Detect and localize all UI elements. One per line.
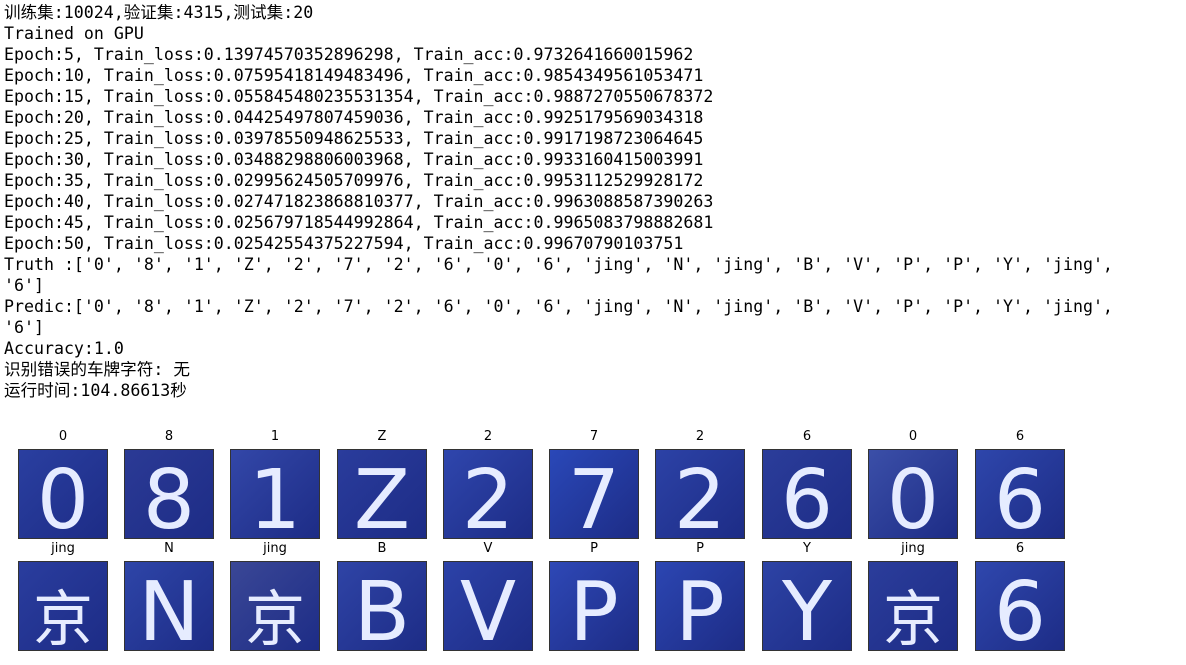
char-image: Y [762, 561, 852, 651]
char-image: 8 [124, 449, 214, 539]
char-label: B [377, 541, 387, 556]
char-label: 2 [695, 429, 705, 444]
char-glyph: N [138, 565, 199, 650]
char-label: Z [377, 429, 387, 444]
char-glyph: 6 [994, 453, 1046, 538]
char-glyph: P [675, 565, 724, 650]
char-image: B [337, 561, 427, 651]
char-label: 0 [908, 429, 918, 444]
char-image: 0 [18, 449, 108, 539]
prediction-figure: 0 0 8 8 1 1 Z Z 2 2 7 7 2 2 6 6 0 0 6 6 jing 京 N Njing 京 B B V V P P P P… [0, 0, 1186, 665]
char-label: P [590, 541, 598, 556]
char-glyph: 2 [462, 453, 514, 538]
char-image: P [549, 561, 639, 651]
char-glyph: 6 [994, 565, 1046, 650]
char-label: Y [803, 541, 811, 556]
char-label: 6 [1015, 429, 1025, 444]
char-glyph: B [354, 565, 410, 650]
char-label: 2 [483, 429, 493, 444]
char-glyph: 6 [781, 453, 833, 538]
char-label: jing [51, 541, 75, 556]
char-glyph: 京 [33, 585, 93, 650]
char-glyph: 京 [245, 585, 305, 650]
char-image: 京 [230, 561, 320, 651]
char-glyph: 8 [143, 453, 195, 538]
char-image: 6 [975, 449, 1065, 539]
char-image: 京 [18, 561, 108, 651]
char-label: 6 [802, 429, 812, 444]
char-image: 2 [655, 449, 745, 539]
char-image: 京 [868, 561, 958, 651]
char-image: 7 [549, 449, 639, 539]
char-label: V [483, 541, 493, 556]
char-label: 7 [589, 429, 599, 444]
char-glyph: P [569, 565, 618, 650]
char-label: 8 [164, 429, 174, 444]
char-label: N [164, 541, 174, 556]
char-image: 1 [230, 449, 320, 539]
char-image: N [124, 561, 214, 651]
char-image: 6 [762, 449, 852, 539]
char-label: jing [901, 541, 925, 556]
char-label: 6 [1015, 541, 1025, 556]
char-image: P [655, 561, 745, 651]
char-label: P [696, 541, 704, 556]
char-image: 0 [868, 449, 958, 539]
char-image: V [443, 561, 533, 651]
char-label: 0 [58, 429, 68, 444]
char-image: 6 [975, 561, 1065, 651]
char-glyph: 0 [37, 453, 89, 538]
char-glyph: 1 [249, 453, 301, 538]
char-glyph: 2 [674, 453, 726, 538]
char-label: jing [263, 541, 287, 556]
char-glyph: Z [354, 453, 410, 538]
char-glyph: Y [781, 565, 833, 650]
char-glyph: V [460, 565, 516, 650]
char-glyph: 7 [568, 453, 620, 538]
char-image: 2 [443, 449, 533, 539]
char-image: Z [337, 449, 427, 539]
char-glyph: 京 [883, 585, 943, 650]
char-glyph: 0 [887, 453, 939, 538]
char-label: 1 [270, 429, 280, 444]
